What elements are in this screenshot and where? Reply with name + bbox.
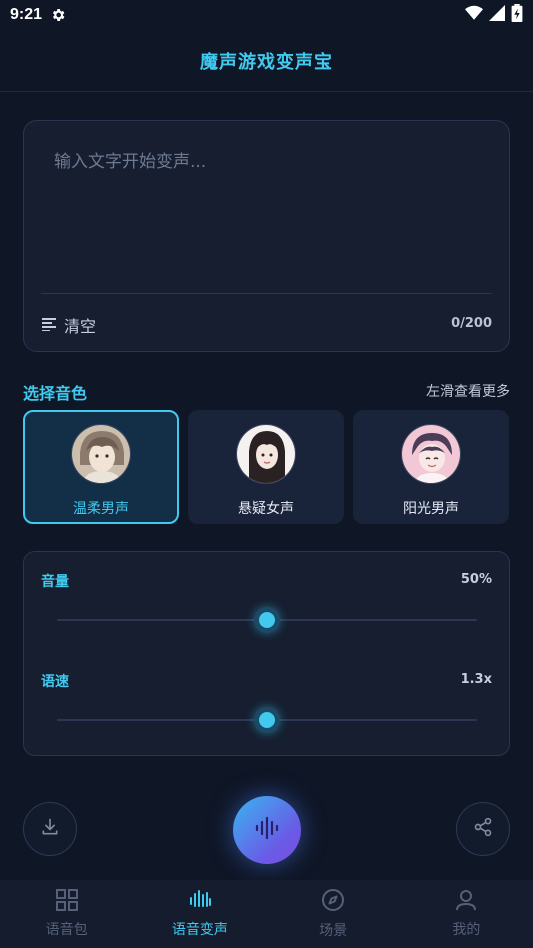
voice-section-title: 选择音色	[23, 384, 88, 403]
volume-label: 音量	[41, 574, 69, 590]
nav-label: 语音变声	[171, 922, 228, 938]
status-time: 9:21	[10, 6, 43, 23]
voice-card-mystery-female[interactable]: 悬疑女声	[188, 410, 344, 524]
slider-card: 音量 50% 语速 1.3x	[23, 551, 510, 756]
clear-button[interactable]: 清空	[42, 313, 96, 337]
volume-value: 50%	[460, 572, 492, 587]
signal-icon	[489, 5, 505, 25]
nav-label: 我的	[452, 922, 481, 938]
voice-name: 温柔男声	[73, 501, 129, 517]
status-bar: 9:21	[0, 0, 533, 30]
speed-value: 1.3x	[460, 672, 492, 687]
app-header: 魔声游戏变声宝	[0, 30, 533, 92]
voice-name: 阳光男声	[403, 501, 459, 517]
page-title: 魔声游戏变声宝	[200, 51, 333, 73]
convert-voice-button[interactable]	[233, 796, 301, 864]
share-button[interactable]	[456, 802, 510, 856]
speed-slider-thumb[interactable]	[254, 707, 280, 733]
settings-gear-icon	[50, 7, 66, 23]
voice-name: 悬疑女声	[238, 501, 294, 517]
compass-icon	[321, 888, 345, 916]
clear-lines-icon	[42, 316, 58, 335]
battery-icon	[511, 4, 523, 26]
avatar	[401, 424, 461, 484]
waveform-icon	[189, 889, 211, 915]
nav-item-voice-changer[interactable]: 语音变声	[133, 880, 266, 948]
bottom-nav: 语音包 语音变声 场景 我的	[0, 880, 533, 948]
user-icon	[455, 889, 477, 915]
download-icon	[40, 817, 60, 841]
speed-label: 语速	[41, 674, 69, 690]
waveform-icon	[254, 815, 280, 845]
nav-item-scenes[interactable]: 场景	[267, 880, 400, 948]
divider	[41, 293, 492, 294]
share-icon	[473, 817, 493, 841]
wifi-icon	[465, 5, 483, 25]
text-input[interactable]	[54, 147, 474, 297]
voice-card-sunny-male[interactable]: 阳光男声	[353, 410, 509, 524]
nav-item-profile[interactable]: 我的	[400, 880, 533, 948]
nav-item-voice-packs[interactable]: 语音包	[0, 880, 133, 948]
text-input-card: 清空 0/200	[23, 120, 510, 352]
nav-label: 语音包	[45, 922, 88, 938]
voice-card-gentle-male[interactable]: 温柔男声	[23, 410, 179, 524]
avatar	[71, 424, 131, 484]
avatar	[236, 424, 296, 484]
nav-label: 场景	[319, 923, 348, 939]
clear-label: 清空	[64, 317, 97, 336]
download-button[interactable]	[23, 802, 77, 856]
swipe-hint: 左滑查看更多	[426, 384, 510, 400]
grid-icon	[55, 889, 78, 915]
char-count: 0/200	[451, 316, 492, 331]
volume-slider-thumb[interactable]	[254, 607, 280, 633]
